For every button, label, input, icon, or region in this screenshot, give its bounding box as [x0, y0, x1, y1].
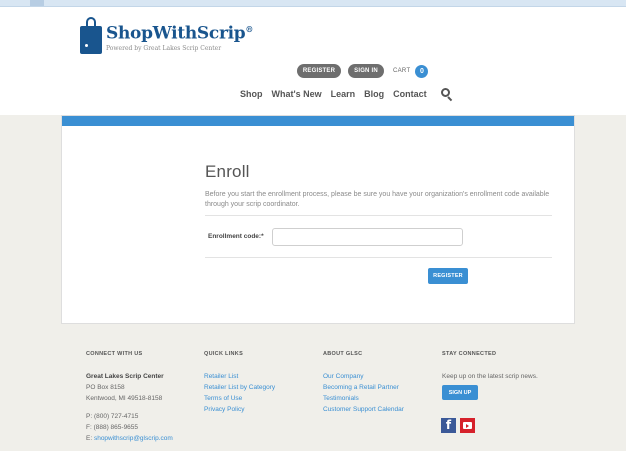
shopping-bag-logo-icon: [80, 17, 102, 54]
footer-quick-links-heading: QUICK LINKS: [204, 351, 244, 357]
card-accent-stripe: [62, 116, 574, 126]
enrollment-code-label: Enrollment code:*: [208, 233, 264, 240]
footer-link-terms[interactable]: Terms of Use: [204, 393, 275, 404]
sign-in-button[interactable]: SIGN IN: [348, 64, 384, 78]
footer-link-privacy[interactable]: Privacy Policy: [204, 404, 275, 415]
nav-whats-new[interactable]: What's New: [272, 89, 322, 99]
search-icon[interactable]: [440, 88, 453, 102]
account-bar: REGISTER SIGN IN CART 0: [297, 64, 429, 78]
cart-count-badge[interactable]: 0: [415, 64, 429, 78]
social-links: f: [441, 418, 475, 433]
footer-email-line: E: shopwithscrip@glscrip.com: [86, 435, 173, 442]
youtube-icon[interactable]: [460, 418, 475, 433]
sign-up-button[interactable]: SIGN UP: [442, 385, 478, 400]
footer-about-heading: ABOUT GLSC: [323, 351, 363, 357]
browser-top-bar: [0, 0, 626, 7]
footer-newsletter-text: Keep up on the latest scrip news.: [442, 373, 538, 380]
footer-link-retailer-by-category[interactable]: Retailer List by Category: [204, 382, 275, 393]
site-footer: CONNECT WITH US Great Lakes Scrip Center…: [0, 339, 626, 451]
logo-tagline: Powered by Great Lakes Scrip Center: [106, 44, 222, 52]
footer-stay-connected-column: STAY CONNECTED Keep up on the latest scr…: [442, 351, 538, 400]
divider: [205, 215, 552, 216]
cart-link[interactable]: CART: [393, 68, 410, 74]
register-button[interactable]: REGISTER: [428, 268, 468, 284]
header-register-button[interactable]: REGISTER: [297, 64, 341, 78]
footer-address-line: PO Box 8158: [86, 384, 125, 391]
enrollment-code-input[interactable]: [272, 228, 463, 246]
footer-link-support-calendar[interactable]: Customer Support Calendar: [323, 404, 404, 415]
page-title: Enroll: [205, 162, 250, 181]
nav-learn[interactable]: Learn: [331, 89, 356, 99]
footer-org-name: Great Lakes Scrip Center: [86, 373, 164, 380]
footer-link-testimonials[interactable]: Testimonials: [323, 393, 404, 404]
footer-link-retail-partner[interactable]: Becoming a Retail Partner: [323, 382, 404, 393]
enroll-card: Enroll Before you start the enrollment p…: [61, 115, 575, 324]
footer-link-our-company[interactable]: Our Company: [323, 371, 404, 382]
divider: [205, 257, 552, 258]
facebook-icon[interactable]: f: [441, 418, 456, 433]
site-logo[interactable]: ShopWithScrip® Powered by Great Lakes Sc…: [80, 17, 254, 59]
footer-link-retailer-list[interactable]: Retailer List: [204, 371, 275, 382]
enroll-description: Before you start the enrollment process,…: [205, 191, 550, 208]
footer-connect-column: CONNECT WITH US Great Lakes Scrip Center…: [86, 351, 173, 444]
footer-quick-links-column: QUICK LINKS Retailer List Retailer List …: [204, 351, 275, 415]
footer-about-column: ABOUT GLSC Our Company Becoming a Retail…: [323, 351, 404, 415]
footer-connect-heading: CONNECT WITH US: [86, 351, 143, 357]
nav-shop[interactable]: Shop: [240, 89, 263, 99]
logo-name: ShopWithScrip®: [106, 23, 254, 44]
main-nav: Shop What's New Learn Blog Contact: [240, 88, 453, 102]
footer-email-link[interactable]: shopwithscrip@glscrip.com: [94, 435, 173, 442]
nav-contact[interactable]: Contact: [393, 89, 427, 99]
nav-blog[interactable]: Blog: [364, 89, 384, 99]
footer-phone: P: (800) 727-4715: [86, 413, 139, 420]
footer-address-line: Kentwood, MI 49518-8158: [86, 395, 163, 402]
footer-fax: F: (888) 865-9655: [86, 424, 139, 431]
browser-tab[interactable]: [30, 0, 44, 6]
footer-stay-connected-heading: STAY CONNECTED: [442, 351, 497, 357]
